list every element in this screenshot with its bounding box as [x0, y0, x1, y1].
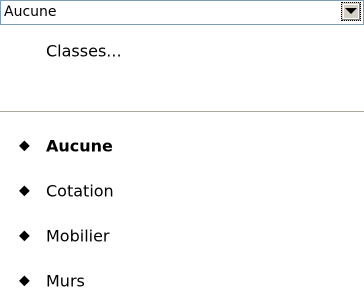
- menu-item-label: Murs: [46, 271, 85, 291]
- bullet-icon: ◆: [19, 182, 30, 199]
- menu-item-label: Classes...: [46, 41, 122, 61]
- menu-item-classes[interactable]: Classes...: [0, 31, 364, 71]
- class-combobox[interactable]: Aucune: [0, 0, 364, 25]
- menu-item-label: Mobilier: [46, 226, 110, 246]
- menu-separator: [0, 111, 364, 113]
- menu-item-label: Aucune: [46, 136, 113, 156]
- menu-item-aucune[interactable]: ◆ Aucune: [0, 126, 364, 166]
- dropdown-button[interactable]: [341, 2, 361, 21]
- combobox-value: Aucune: [4, 4, 57, 20]
- menu-item-label: Cotation: [46, 181, 114, 201]
- bullet-icon: ◆: [19, 137, 30, 154]
- bullet-icon: ◆: [19, 272, 30, 289]
- menu-item-mobilier[interactable]: ◆ Mobilier: [0, 216, 364, 256]
- dropdown-list: Classes... ◆ Aucune ◆ Cotation ◆ Mobilie…: [0, 25, 364, 307]
- chevron-down-icon: [345, 8, 357, 14]
- menu-item-cotation[interactable]: ◆ Cotation: [0, 171, 364, 211]
- bullet-icon: ◆: [19, 227, 30, 244]
- menu-item-murs[interactable]: ◆ Murs: [0, 261, 364, 301]
